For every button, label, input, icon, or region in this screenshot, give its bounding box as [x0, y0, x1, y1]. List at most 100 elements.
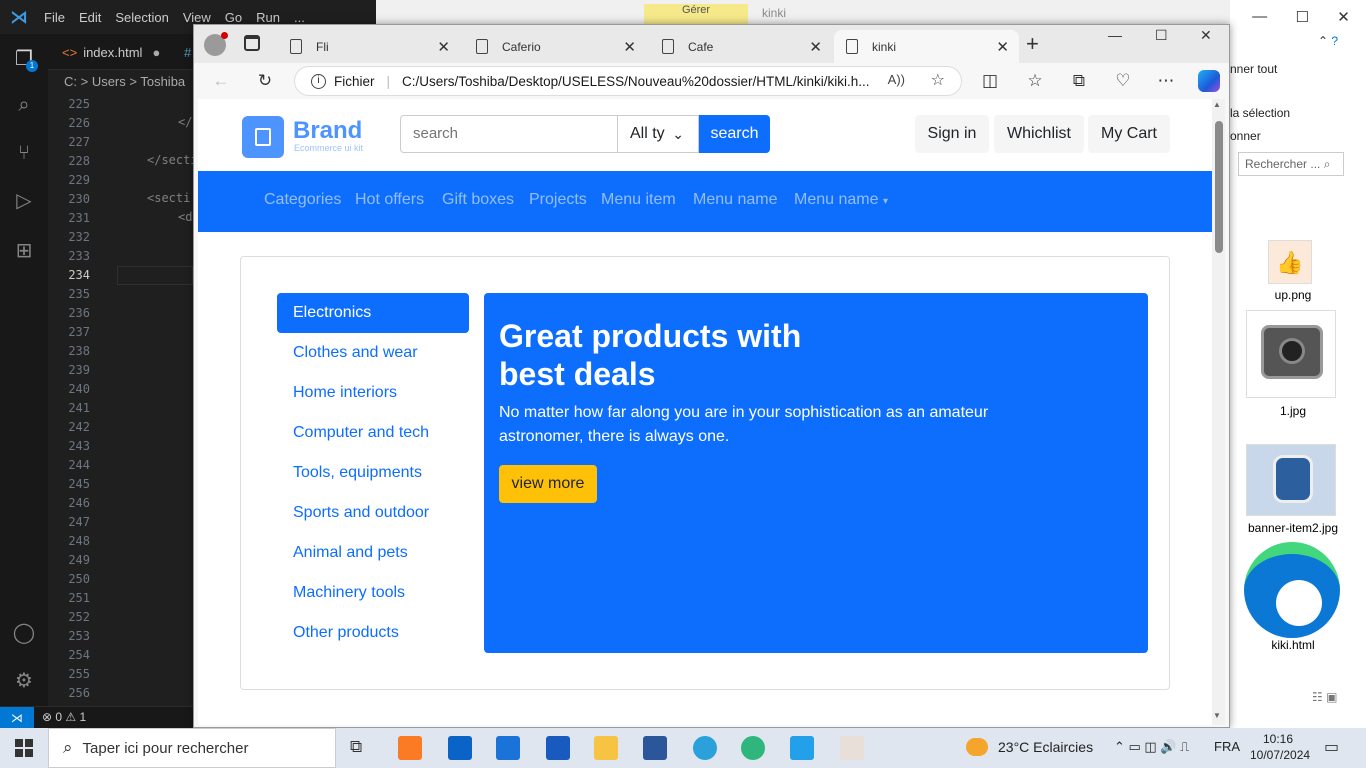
menu-view[interactable]: View	[183, 10, 211, 25]
xampp-icon[interactable]	[398, 736, 422, 760]
account-icon[interactable]: ◯	[11, 620, 37, 646]
select-all-label[interactable]: nner tout	[1230, 62, 1277, 76]
settings-gear-icon[interactable]: ⚙	[11, 668, 37, 694]
tab-fli[interactable]: Fli ✕	[278, 30, 460, 63]
telegram-icon[interactable]	[693, 736, 717, 760]
nav-projects[interactable]: Projects	[529, 191, 587, 209]
tab-cafe[interactable]: Cafe ✕	[650, 30, 832, 63]
tab-index-html[interactable]: <> index.html ●	[62, 34, 160, 70]
favorite-star-icon[interactable]: ☆	[931, 70, 945, 90]
breadcrumb[interactable]: C: > Users > Toshiba	[48, 71, 194, 93]
nav-hot-offers[interactable]: Hot offers	[355, 191, 424, 209]
edge-taskbar-icon[interactable]	[741, 736, 765, 760]
ribbon-collapse-icon[interactable]: ⌃ ?	[1318, 34, 1338, 48]
read-aloud-icon[interactable]: A))	[888, 72, 905, 87]
word-icon[interactable]	[546, 736, 570, 760]
source-control-icon[interactable]: ⑂	[11, 140, 37, 166]
maximize-icon[interactable]: ☐	[1155, 27, 1168, 44]
brand-bag-icon[interactable]	[242, 116, 284, 158]
scroll-down-icon[interactable]: ▼	[1213, 711, 1221, 720]
search-button[interactable]: search	[699, 115, 770, 153]
up-png-thumbnail[interactable]: 👍	[1268, 240, 1312, 284]
vscode-taskbar-icon[interactable]	[790, 736, 814, 760]
mail-icon[interactable]	[448, 736, 472, 760]
category-sports[interactable]: Sports and outdoor	[277, 493, 469, 533]
close-tab-icon[interactable]: ✕	[809, 38, 822, 56]
edge-file-icon[interactable]	[1244, 542, 1340, 638]
minimize-icon[interactable]: —	[1108, 27, 1122, 43]
category-tools[interactable]: Tools, equipments	[277, 453, 469, 493]
nav-gift-boxes[interactable]: Gift boxes	[442, 191, 514, 209]
menu-go[interactable]: Go	[225, 10, 242, 25]
tab-kinki[interactable]: kinki ✕	[834, 30, 1019, 63]
camera-thumbnail[interactable]	[1246, 310, 1336, 398]
category-machinery[interactable]: Machinery tools	[277, 573, 469, 613]
file-up-png[interactable]: up.png	[1238, 288, 1348, 302]
run-debug-icon[interactable]: ▷	[11, 188, 37, 214]
extensions-icon[interactable]: ⊞	[11, 238, 37, 264]
menu-selection[interactable]: Selection	[115, 10, 168, 25]
file-kiki-html[interactable]: kiki.html	[1238, 638, 1348, 652]
notifications-icon[interactable]: ▭	[1324, 737, 1339, 757]
weather-icon[interactable]	[966, 738, 988, 756]
view-details-icon[interactable]: ☷ ▣	[1312, 690, 1337, 704]
minimize-icon[interactable]: —	[1252, 8, 1267, 26]
profile-avatar[interactable]	[204, 32, 228, 56]
back-icon[interactable]: ←	[210, 71, 232, 91]
address-bar[interactable]: i Fichier | C:/Users/Toshiba/Desktop/USE…	[294, 66, 962, 96]
invert-selection-label[interactable]: la sélection	[1230, 106, 1290, 120]
close-icon[interactable]: ✕	[1337, 8, 1350, 26]
taskbar-search-box[interactable]: ⌕ Taper ici pour rechercher	[48, 728, 336, 768]
sign-in-button[interactable]: Sign in	[915, 115, 989, 153]
explorer-icon[interactable]: ❐ 1	[11, 46, 38, 72]
close-window-icon[interactable]: ✕	[1200, 27, 1212, 44]
split-screen-icon[interactable]: ◫	[979, 71, 1001, 91]
nav-menu-item[interactable]: Menu item	[601, 191, 676, 209]
copilot-icon[interactable]	[1198, 70, 1220, 92]
tab-css[interactable]: #	[184, 34, 191, 70]
menu-file[interactable]: File	[44, 10, 65, 25]
manage-tab[interactable]: Gérer	[644, 4, 748, 24]
info-icon[interactable]: i	[311, 73, 326, 89]
wishlist-button[interactable]: Whichlist	[994, 115, 1084, 153]
file-1-jpg[interactable]: 1.jpg	[1238, 404, 1348, 418]
watch-thumbnail[interactable]	[1246, 444, 1336, 516]
paint-icon[interactable]	[840, 736, 864, 760]
file-explorer-icon[interactable]	[594, 736, 618, 760]
favorites-icon[interactable]: ☆	[1024, 71, 1046, 91]
system-tray-icons[interactable]: ⌃ ▭ ◫ 🔊 ⎍	[1114, 739, 1189, 755]
tab-actions-icon[interactable]	[244, 35, 260, 51]
new-tab-icon[interactable]: +	[1026, 31, 1039, 57]
refresh-icon[interactable]: ↻	[254, 71, 276, 91]
menu-run[interactable]: Run	[256, 10, 280, 25]
category-electronics[interactable]: Electronics	[277, 293, 469, 333]
nav-menu-name-dropdown[interactable]: Menu name ▾	[794, 191, 888, 209]
explorer-search-input[interactable]: Rechercher ... ⌕	[1238, 152, 1344, 176]
more-menu-icon[interactable]: ⋯	[1155, 71, 1177, 91]
clock[interactable]: 10:16 10/07/2024	[1250, 731, 1310, 763]
collections-icon[interactable]: ⧉	[1068, 71, 1090, 91]
search-icon[interactable]: ⌕	[11, 92, 37, 118]
close-tab-icon[interactable]: ✕	[623, 38, 636, 56]
browser-essentials-icon[interactable]: ♡	[1112, 71, 1134, 91]
menu-edit[interactable]: Edit	[79, 10, 101, 25]
category-computer-tech[interactable]: Computer and tech	[277, 413, 469, 453]
remote-icon[interactable]: ⋊	[0, 707, 34, 729]
my-cart-button[interactable]: My Cart	[1088, 115, 1170, 153]
close-tab-icon[interactable]: ✕	[996, 38, 1009, 56]
nav-menu-name[interactable]: Menu name	[693, 191, 778, 209]
category-animals[interactable]: Animal and pets	[277, 533, 469, 573]
view-more-button[interactable]: view more	[499, 465, 597, 503]
language-indicator[interactable]: FRA	[1214, 739, 1240, 754]
scroll-thumb[interactable]	[1215, 121, 1223, 253]
brand-name[interactable]: Brand	[293, 117, 362, 145]
search-input[interactable]: search	[400, 115, 618, 153]
close-tab-icon[interactable]: ✕	[437, 38, 450, 56]
page-scrollbar[interactable]: ▲ ▼	[1212, 99, 1225, 725]
tab-caferio[interactable]: Caferio ✕	[464, 30, 646, 63]
file-banner-item2-jpg[interactable]: banner-item2.jpg	[1238, 521, 1348, 535]
nav-categories[interactable]: Categories	[264, 191, 341, 209]
category-clothes[interactable]: Clothes and wear	[277, 333, 469, 373]
maximize-icon[interactable]: ☐	[1295, 8, 1308, 26]
task-view-icon[interactable]: ⧉	[350, 737, 362, 757]
